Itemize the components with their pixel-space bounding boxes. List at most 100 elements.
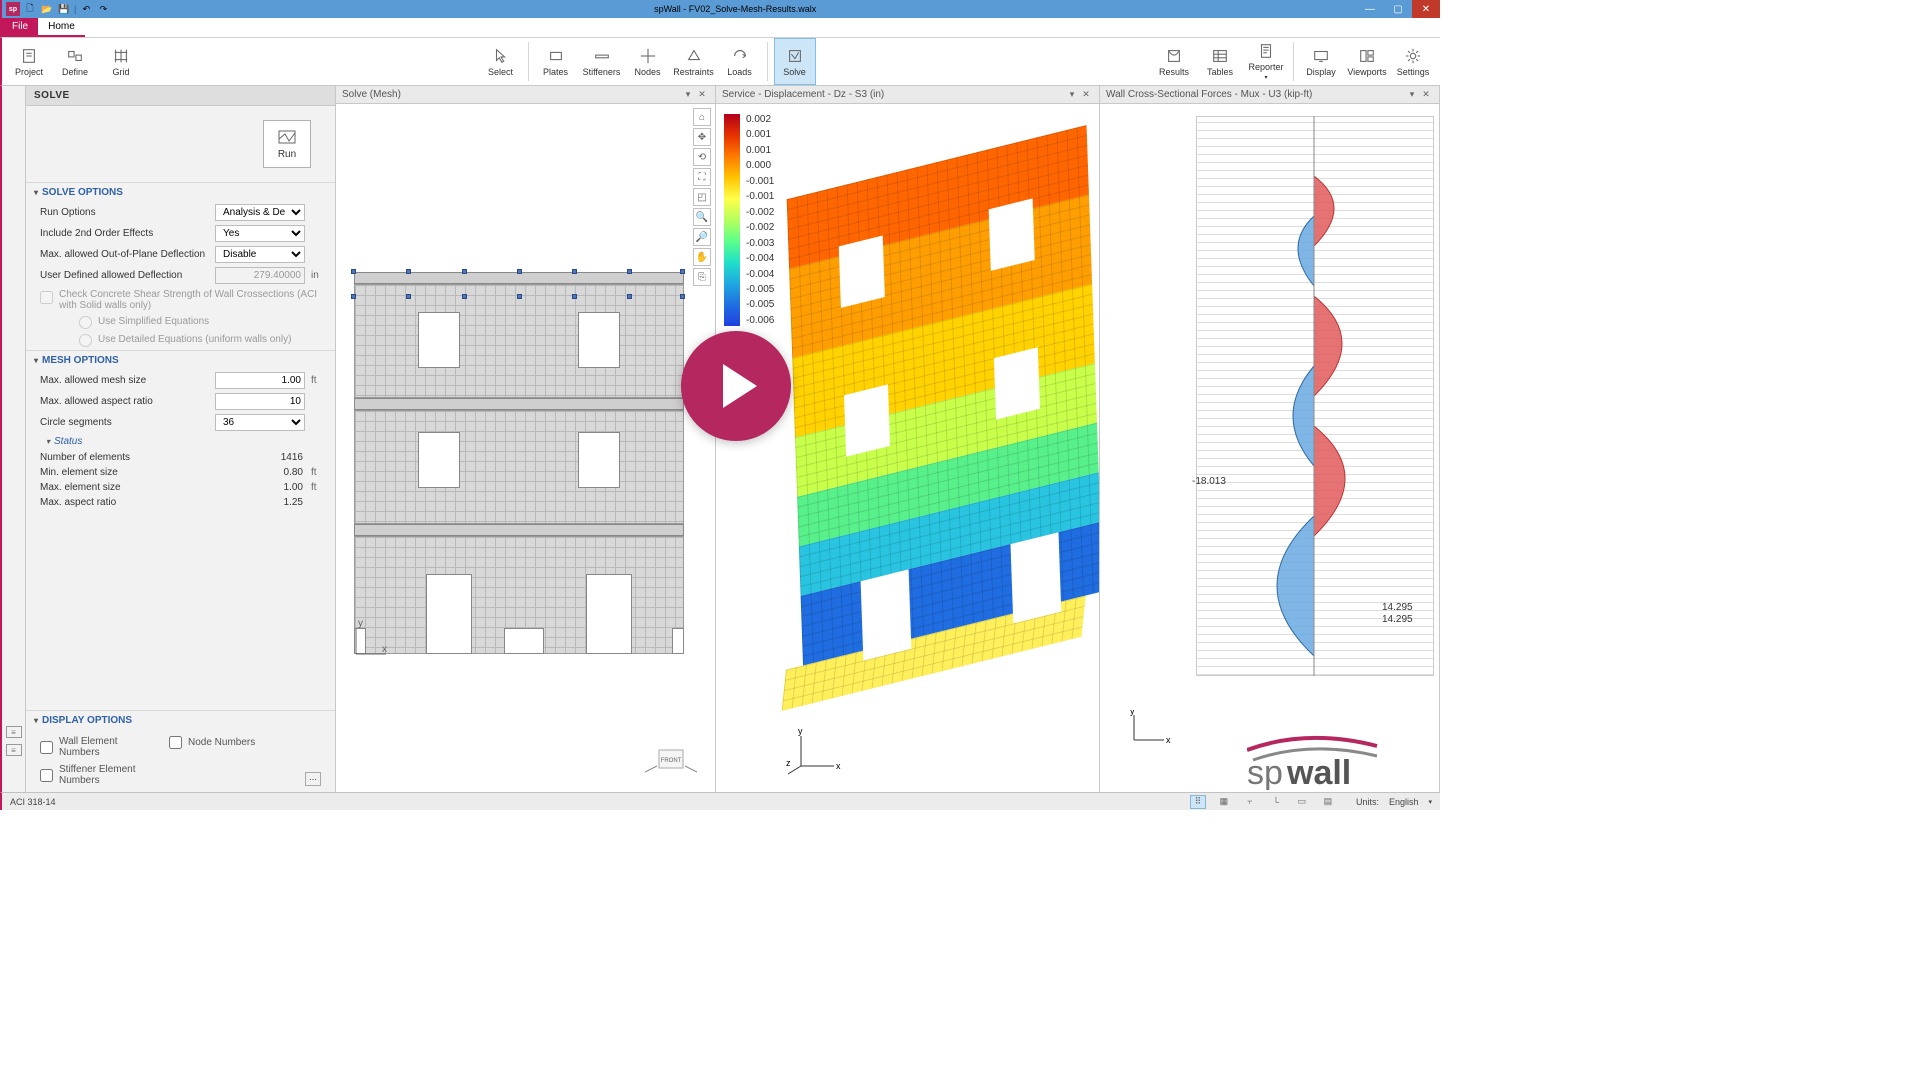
save-icon[interactable]: 💾 <box>57 2 71 16</box>
include-2nd-select[interactable]: Yes <box>215 225 305 242</box>
zoom-in-icon[interactable]: 🔍 <box>693 208 711 226</box>
results-button[interactable]: Results <box>1153 38 1195 85</box>
display-button[interactable]: Display <box>1300 38 1342 85</box>
deformed-mesh[interactable] <box>787 125 1099 735</box>
max-deflection-select[interactable]: Disable <box>215 246 305 263</box>
chk-concrete-shear[interactable]: Check Concrete Shear Strength of Wall Cr… <box>26 286 335 350</box>
solve-icon <box>786 47 804 65</box>
dropdown-icon[interactable]: ▾ <box>1065 88 1079 102</box>
close-icon[interactable]: ✕ <box>1079 88 1093 102</box>
restraint-icon <box>685 47 703 65</box>
brand-logo: sp wall <box>1247 734 1435 790</box>
aspect-ratio-input[interactable] <box>215 393 305 410</box>
view-mesh-title: Solve (Mesh) <box>342 89 401 100</box>
palette-icon[interactable]: ▤ <box>1320 795 1336 809</box>
settings-button[interactable]: Settings <box>1392 38 1434 85</box>
display-options-header[interactable]: DISPLAY OPTIONS <box>26 711 335 730</box>
contour-legend: 0.0020.0010.0010.000-0.001-0.001-0.002-0… <box>724 114 774 326</box>
legend-value: 0.001 <box>746 129 774 140</box>
run-options-select[interactable]: Analysis & Design <box>215 204 305 221</box>
legend-value: -0.005 <box>746 284 774 295</box>
close-icon[interactable]: ✕ <box>1419 88 1433 102</box>
grid-squares-icon[interactable]: ▦ <box>1216 795 1232 809</box>
move-icon[interactable]: ✥ <box>693 128 711 146</box>
undo-icon[interactable]: ↶ <box>79 2 93 16</box>
maximize-button[interactable]: ▢ <box>1384 0 1412 18</box>
tables-icon <box>1211 47 1229 65</box>
forces-diagram[interactable]: -18.013 14.295 14.295 <box>1134 116 1439 696</box>
solve-button[interactable]: Solve <box>774 38 816 85</box>
close-button[interactable]: ✕ <box>1412 0 1440 18</box>
grid-dots-icon[interactable]: ⠿ <box>1190 795 1206 809</box>
min-elem-label: Min. element size <box>40 467 209 478</box>
mesh-size-input[interactable] <box>215 372 305 389</box>
reporter-icon <box>1257 42 1275 60</box>
view-forces: Wall Cross-Sectional Forces - Mux - U3 (… <box>1100 86 1440 792</box>
tab-home[interactable]: Home <box>38 18 85 37</box>
dialog-launcher-icon[interactable]: ⋯ <box>305 772 321 786</box>
run-button[interactable]: Run <box>263 120 311 168</box>
axis-icon <box>346 624 396 664</box>
copy-view-icon[interactable]: ⎘ <box>693 268 711 286</box>
menu-bar: File Home <box>0 18 1440 38</box>
chk-node-numbers[interactable]: Node Numbers <box>169 736 255 749</box>
title-bar: sp 🗋 📂 💾 | ↶ ↷ spWall - FV02_Solve-Mesh-… <box>0 0 1440 18</box>
close-icon[interactable]: ✕ <box>695 88 709 102</box>
chk-wall-numbers[interactable]: Wall Element Numbers <box>40 736 149 758</box>
stiffeners-button[interactable]: Stiffeners <box>581 38 623 85</box>
tab-file[interactable]: File <box>2 18 38 37</box>
dropdown-icon[interactable]: ▾ <box>681 88 695 102</box>
zoom-extents-icon[interactable]: ◰ <box>693 188 711 206</box>
user-deflection-label: User Defined allowed Deflection <box>40 270 209 281</box>
viewports-icon <box>1358 47 1376 65</box>
max-elem-value: 1.00 <box>215 482 305 493</box>
play-button[interactable] <box>681 331 791 441</box>
ortho-icon[interactable]: └ <box>1268 795 1284 809</box>
grid-button[interactable]: Grid <box>100 38 142 85</box>
view-contour-title: Service - Displacement - Dz - S3 (in) <box>722 89 884 100</box>
circle-segments-select[interactable]: 36 <box>215 414 305 431</box>
view-forces-title: Wall Cross-Sectional Forces - Mux - U3 (… <box>1106 89 1312 100</box>
open-icon[interactable]: 📂 <box>40 2 54 16</box>
cursor-icon <box>492 47 510 65</box>
layers-icon[interactable]: ▭ <box>1294 795 1310 809</box>
solve-options-header[interactable]: SOLVE OPTIONS <box>26 183 335 202</box>
loads-button[interactable]: Loads <box>719 38 761 85</box>
view-cube[interactable]: FRONT <box>645 742 697 778</box>
zoom-window-icon[interactable]: ⛶ <box>693 168 711 186</box>
snap-icon[interactable]: ⫟ <box>1242 795 1258 809</box>
left-gutter: ≡ ≡ <box>2 86 26 792</box>
units-value[interactable]: English <box>1389 797 1419 807</box>
project-button[interactable]: Project <box>8 38 50 85</box>
reporter-button[interactable]: Reporter▾ <box>1245 38 1287 85</box>
restraints-button[interactable]: Restraints <box>673 38 715 85</box>
select-button[interactable]: Select <box>480 38 522 85</box>
legend-value: -0.001 <box>746 176 774 187</box>
include-2nd-label: Include 2nd Order Effects <box>40 228 209 239</box>
pan-icon[interactable]: ✋ <box>693 248 711 266</box>
nodes-button[interactable]: Nodes <box>627 38 669 85</box>
mesh-geometry[interactable] <box>354 272 684 660</box>
redo-icon[interactable]: ↷ <box>96 2 110 16</box>
mesh-options-header[interactable]: MESH OPTIONS <box>26 351 335 370</box>
status-header[interactable]: Status <box>26 433 335 450</box>
viewports-button[interactable]: Viewports <box>1346 38 1388 85</box>
zoom-out-icon[interactable]: 🔎 <box>693 228 711 246</box>
plates-button[interactable]: Plates <box>535 38 577 85</box>
legend-value: 0.000 <box>746 160 774 171</box>
tables-button[interactable]: Tables <box>1199 38 1241 85</box>
view-toolstrip: ⌂ ✥ ⟲ ⛶ ◰ 🔍 🔎 ✋ ⎘ <box>693 108 711 286</box>
define-button[interactable]: Define <box>54 38 96 85</box>
legend-value: -0.004 <box>746 253 774 264</box>
rotate-icon[interactable]: ⟲ <box>693 148 711 166</box>
gutter-btn-2[interactable]: ≡ <box>6 744 22 756</box>
dropdown-icon[interactable]: ▾ <box>1405 88 1419 102</box>
minimize-button[interactable]: — <box>1356 0 1384 18</box>
gutter-btn-1[interactable]: ≡ <box>6 726 22 738</box>
home-icon[interactable]: ⌂ <box>693 108 711 126</box>
new-icon[interactable]: 🗋 <box>23 2 37 16</box>
chk-stiff-numbers[interactable]: Stiffener Element Numbers <box>40 764 149 786</box>
loads-icon <box>731 47 749 65</box>
panel-title: SOLVE <box>26 86 335 106</box>
results-icon <box>1165 47 1183 65</box>
